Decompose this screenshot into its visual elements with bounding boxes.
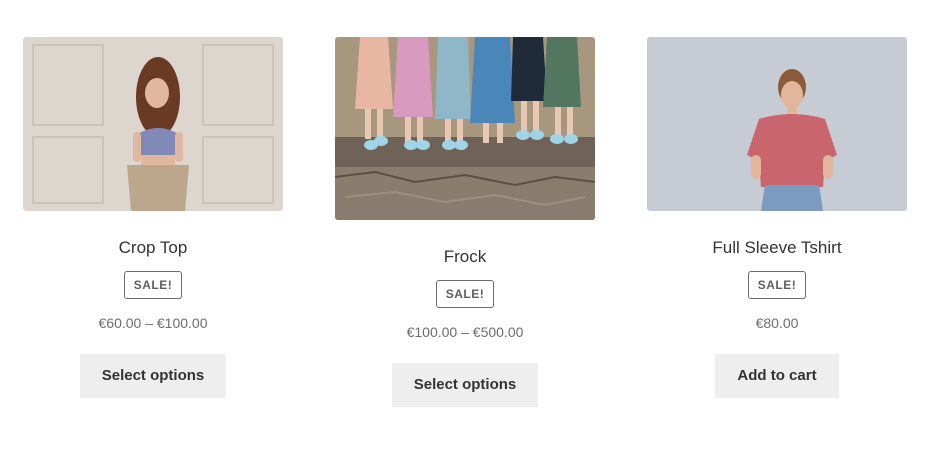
product-title[interactable]: Frock: [444, 246, 487, 268]
product-card-crop-top: Crop Top SALE! €60.00 – €100.00 Select o…: [23, 37, 283, 398]
select-options-button[interactable]: Select options: [79, 354, 227, 398]
sale-badge: SALE!: [435, 280, 495, 308]
add-to-cart-button[interactable]: Add to cart: [715, 354, 839, 398]
sale-badge: SALE!: [747, 271, 807, 299]
product-image-crop-top[interactable]: [23, 37, 283, 211]
product-price: €60.00 – €100.00: [98, 315, 208, 331]
product-image-full-sleeve-tshirt[interactable]: [647, 37, 907, 211]
sale-badge: SALE!: [123, 271, 183, 299]
product-title[interactable]: Full Sleeve Tshirt: [712, 237, 841, 259]
product-image-frock[interactable]: [335, 37, 595, 220]
product-title[interactable]: Crop Top: [119, 237, 188, 259]
product-price: €80.00: [755, 315, 799, 331]
product-price: €100.00 – €500.00: [406, 324, 524, 340]
product-card-full-sleeve-tshirt: Full Sleeve Tshirt SALE! €80.00 Add to c…: [647, 37, 907, 398]
product-card-frock: Frock SALE! €100.00 – €500.00 Select opt…: [335, 37, 595, 407]
select-options-button[interactable]: Select options: [391, 363, 539, 407]
